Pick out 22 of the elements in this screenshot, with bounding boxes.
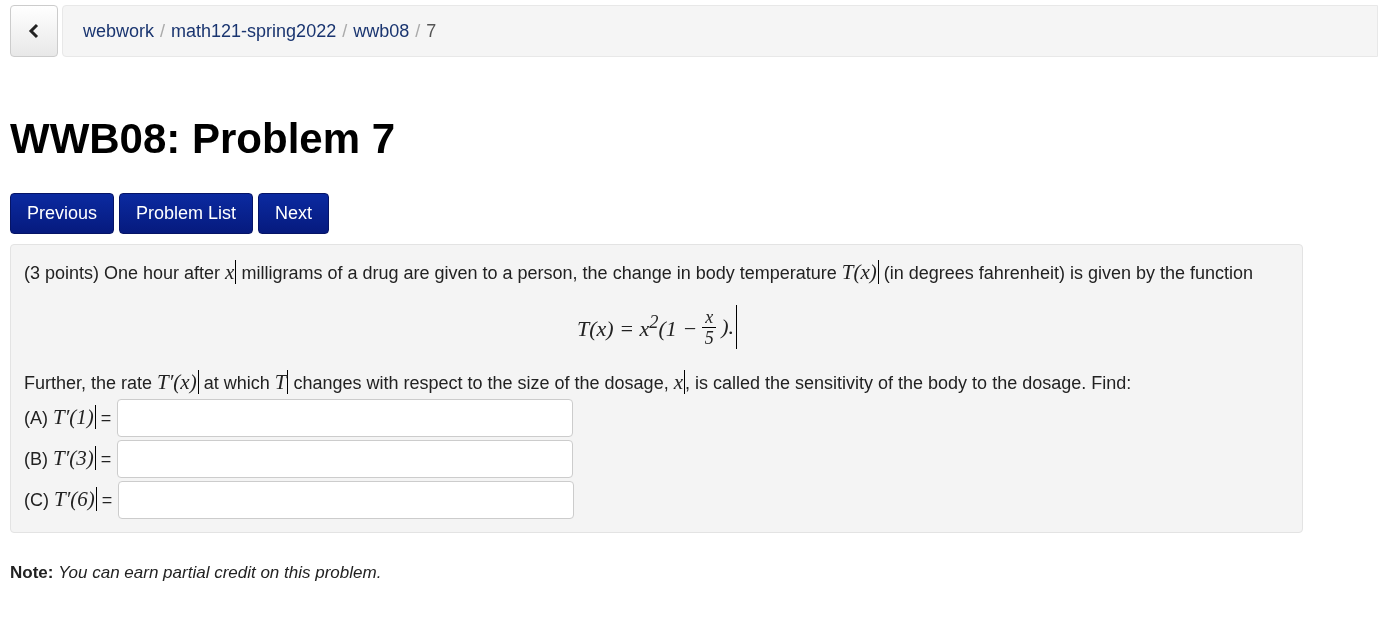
breadcrumb-link[interactable]: wwb08 (353, 20, 410, 42)
breadcrumb-link[interactable]: webwork (83, 20, 155, 42)
breadcrumb-link[interactable]: math121-spring2022 (171, 20, 337, 42)
answer-field[interactable] (117, 398, 574, 437)
answer-label: (B) T′(3) = (24, 446, 112, 471)
breadcrumb-separator: / (415, 20, 421, 42)
nav-button[interactable]: Previous (10, 193, 115, 234)
answer-label: (A) T′(1) = (24, 405, 112, 430)
back-button[interactable] (10, 5, 58, 57)
breadcrumb-current: 7 (426, 20, 437, 42)
breadcrumb-separator: / (342, 20, 348, 42)
breadcrumb-separator: / (160, 20, 166, 42)
answer-label: (C) T′(6) = (24, 487, 113, 512)
problem-text: Further, the rate T′(x) at which T changes with respect to the size of the dosage, x, is called the sensitivity of the body to the dosage. Find: (24, 369, 1133, 396)
page-title: WWB08: Problem 7 (10, 115, 397, 163)
answer-field[interactable] (117, 439, 574, 478)
note-text: Note: You can earn partial credit on this problem. (10, 563, 383, 583)
chevron-left-icon (28, 23, 40, 39)
problem-text: (3 points) One hour after x milligrams of a drug are given to a person, the change in body temperature T(x) (in degrees fahrenheit) is given by the function (24, 259, 1254, 286)
nav-button[interactable]: Problem List (119, 193, 254, 234)
answer-field[interactable] (118, 480, 575, 519)
nav-button[interactable]: Next (258, 193, 330, 234)
